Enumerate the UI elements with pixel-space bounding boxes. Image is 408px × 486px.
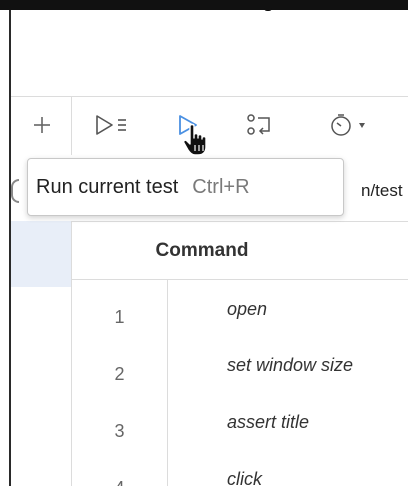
step-over-button[interactable]: [237, 105, 283, 145]
table-header: Command: [72, 221, 408, 280]
tooltip-label: Run current test: [36, 175, 179, 198]
table-row[interactable]: 1 open: [72, 279, 408, 336]
window-top-bar: [0, 0, 408, 11]
row-number: 1: [114, 307, 125, 327]
table-row[interactable]: 3 assert title: [72, 393, 408, 450]
app-frame: n/test Command 1 open 2 set window size …: [0, 0, 408, 486]
top-bar-notch: [264, 7, 272, 11]
table-row[interactable]: 2 set window size: [72, 336, 408, 393]
command-table: Command 1 open 2 set window size 3 asser…: [71, 221, 408, 486]
hand-pointer-cursor-icon: [183, 123, 207, 156]
add-test-button[interactable]: [21, 105, 63, 145]
run-current-test-tooltip: Run current test Ctrl+R: [27, 158, 344, 216]
plus-icon: [34, 117, 50, 133]
run-all-tests-icon: [96, 115, 126, 135]
table-row[interactable]: 4 click: [72, 450, 408, 486]
step-over-icon: [247, 114, 270, 135]
row-command: click: [227, 469, 262, 486]
test-speed-button[interactable]: [325, 105, 375, 145]
row-command: open: [227, 299, 268, 319]
row-number: 4: [72, 478, 167, 486]
toolbar-divider: [71, 97, 72, 155]
url-field-edge: [11, 179, 19, 203]
base-url-text: n/test: [361, 181, 403, 200]
tooltip-shortcut: Ctrl+R: [192, 175, 250, 198]
test-speed-icon: [331, 114, 365, 136]
column-header-command: Command: [155, 239, 249, 261]
run-all-tests-button[interactable]: [89, 105, 137, 145]
row-command: set window size: [227, 355, 354, 375]
row-command: assert title: [227, 412, 310, 432]
sidebar-selected-test[interactable]: [11, 221, 71, 287]
row-number: 3: [114, 421, 125, 441]
row-number: 2: [114, 364, 125, 384]
